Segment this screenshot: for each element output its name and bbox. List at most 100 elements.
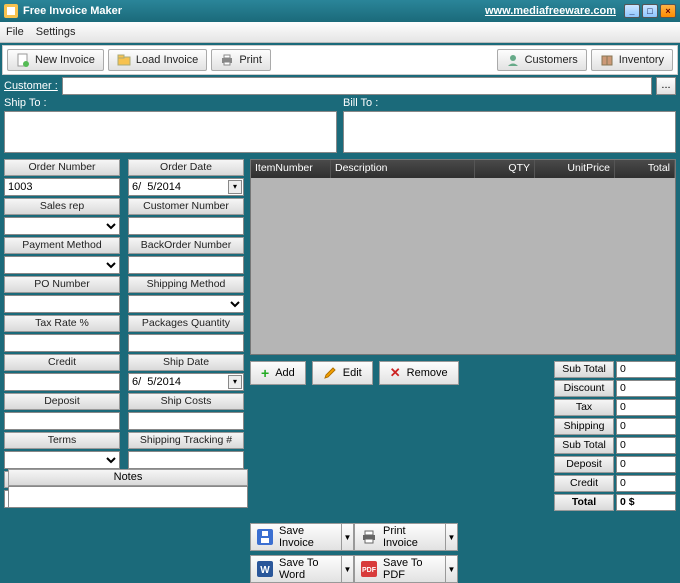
credit-tot-value: 0 (616, 475, 676, 492)
subtotal-value: 0 (616, 361, 676, 378)
close-button[interactable]: × (660, 4, 676, 18)
discount-label: Discount (554, 380, 614, 397)
shipto-label: Ship To : (4, 97, 337, 109)
ship-costs-label: Ship Costs (128, 393, 244, 410)
svg-text:PDF: PDF (362, 567, 377, 574)
items-grid[interactable]: ItemNumber Description QTY UnitPrice Tot… (250, 159, 676, 355)
svg-text:W: W (260, 565, 270, 576)
menu-file[interactable]: File (6, 26, 24, 38)
save-invoice-button[interactable]: Save Invoice (250, 523, 342, 551)
notes-input[interactable] (8, 486, 248, 508)
print-invoice-dropdown[interactable]: ▼ (446, 523, 458, 551)
save-invoice-label: Save Invoice (279, 525, 335, 549)
payment-method-label: Payment Method (4, 237, 120, 254)
credit-input[interactable] (4, 373, 120, 391)
window-title: Free Invoice Maker (23, 5, 485, 17)
app-icon (4, 4, 18, 18)
minimize-button[interactable]: _ (624, 4, 640, 18)
customer-number-input[interactable] (128, 217, 244, 235)
notes-label: Notes (8, 469, 248, 486)
save-to-pdf-dropdown[interactable]: ▼ (446, 555, 458, 583)
customer-more-button[interactable]: ... (656, 77, 676, 95)
print-icon (220, 53, 234, 67)
new-invoice-icon (16, 53, 30, 67)
sales-rep-select[interactable] (4, 217, 120, 235)
add-label: Add (275, 367, 295, 379)
print-label: Print (239, 54, 262, 66)
load-invoice-icon (117, 53, 131, 67)
edit-item-button[interactable]: Edit (312, 361, 373, 385)
col-total[interactable]: Total (615, 160, 675, 178)
ship-costs-input[interactable] (128, 412, 244, 430)
packages-qty-label: Packages Quantity (128, 315, 244, 332)
customer-input[interactable] (62, 77, 652, 95)
save-invoice-dropdown[interactable]: ▼ (342, 523, 354, 551)
remove-label: Remove (407, 367, 448, 379)
col-qty[interactable]: QTY (475, 160, 535, 178)
plus-icon: + (261, 365, 269, 381)
backorder-label: BackOrder Number (128, 237, 244, 254)
x-icon: ✕ (390, 365, 401, 381)
new-invoice-label: New Invoice (35, 54, 95, 66)
calendar-icon[interactable]: ▾ (228, 180, 242, 194)
sales-rep-label: Sales rep (4, 198, 120, 215)
add-item-button[interactable]: + Add (250, 361, 306, 385)
save-icon (257, 529, 273, 545)
toolbar: New Invoice Load Invoice Print Customers… (2, 45, 678, 75)
tax-rate-label: Tax Rate % (4, 315, 120, 332)
edit-label: Edit (343, 367, 362, 379)
load-invoice-label: Load Invoice (136, 54, 198, 66)
save-to-word-label: Save To Word (279, 557, 335, 581)
payment-method-select[interactable] (4, 256, 120, 274)
remove-item-button[interactable]: ✕ Remove (379, 361, 459, 385)
order-number-input[interactable] (4, 178, 120, 196)
subtotal2-value: 0 (616, 437, 676, 454)
titlebar: Free Invoice Maker www.mediafreeware.com… (0, 0, 680, 22)
site-link[interactable]: www.mediafreeware.com (485, 5, 616, 17)
tax-label: Tax (554, 399, 614, 416)
total-label: Total (554, 494, 614, 511)
subtotal-label: Sub Total (554, 361, 614, 378)
inventory-icon (600, 53, 614, 67)
print-invoice-button[interactable]: Print Invoice (354, 523, 446, 551)
col-description[interactable]: Description (331, 160, 475, 178)
deposit-input[interactable] (4, 412, 120, 430)
load-invoice-button[interactable]: Load Invoice (108, 49, 207, 71)
customer-number-label: Customer Number (128, 198, 244, 215)
pencil-icon (323, 366, 337, 380)
word-icon: W (257, 561, 273, 577)
customers-icon (506, 53, 520, 67)
save-to-pdf-button[interactable]: PDF Save To PDF (354, 555, 446, 583)
po-number-label: PO Number (4, 276, 120, 293)
deposit-tot-value: 0 (616, 456, 676, 473)
inventory-label: Inventory (619, 54, 664, 66)
shipping-tracking-label: Shipping Tracking # (128, 432, 244, 449)
save-to-word-dropdown[interactable]: ▼ (342, 555, 354, 583)
new-invoice-button[interactable]: New Invoice (7, 49, 104, 71)
packages-qty-input[interactable] (128, 334, 244, 352)
subtotal2-label: Sub Total (554, 437, 614, 454)
col-unitprice[interactable]: UnitPrice (535, 160, 615, 178)
maximize-button[interactable]: □ (642, 4, 658, 18)
ship-date-input[interactable] (128, 373, 244, 391)
col-itemnumber[interactable]: ItemNumber (251, 160, 331, 178)
shipto-input[interactable] (4, 111, 337, 153)
shipping-method-label: Shipping Method (128, 276, 244, 293)
inventory-button[interactable]: Inventory (591, 49, 673, 71)
customers-button[interactable]: Customers (497, 49, 587, 71)
billto-input[interactable] (343, 111, 676, 153)
menu-settings[interactable]: Settings (36, 26, 76, 38)
save-to-word-button[interactable]: W Save To Word (250, 555, 342, 583)
credit-tot-label: Credit (554, 475, 614, 492)
po-number-input[interactable] (4, 295, 120, 313)
order-date-input[interactable] (128, 178, 244, 196)
shipping-value: 0 (616, 418, 676, 435)
billto-label: Bill To : (343, 97, 676, 109)
shipping-method-select[interactable] (128, 295, 244, 313)
calendar-icon[interactable]: ▾ (228, 375, 242, 389)
backorder-input[interactable] (128, 256, 244, 274)
print-button[interactable]: Print (211, 49, 271, 71)
tax-rate-input[interactable] (4, 334, 120, 352)
pdf-icon: PDF (361, 561, 377, 577)
customer-row: Customer : ... (4, 77, 676, 95)
